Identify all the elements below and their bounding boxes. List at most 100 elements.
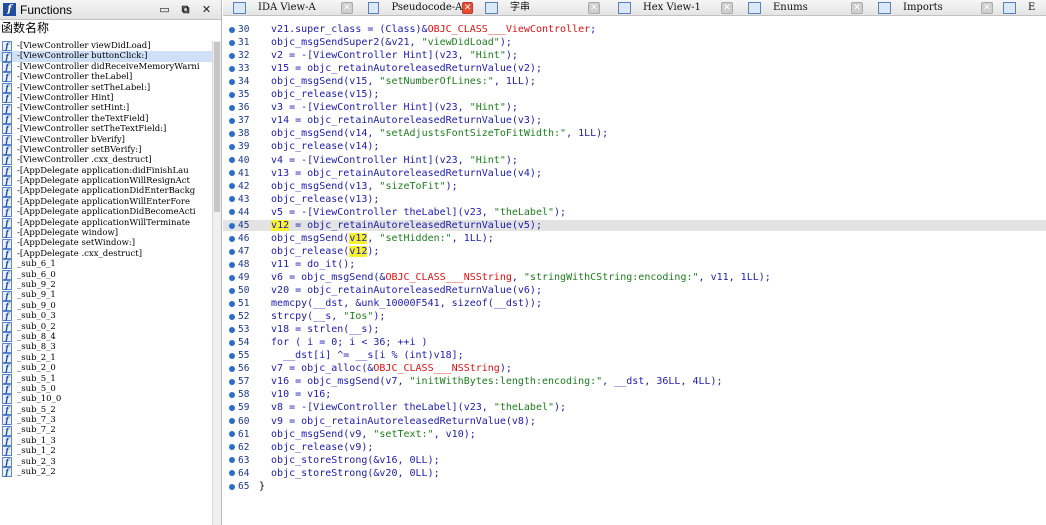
function-list-item[interactable]: f -[AppDelegate .cxx_destruct]: [0, 249, 212, 259]
function-list-item[interactable]: f _sub_5_1: [0, 374, 212, 384]
function-list-item[interactable]: f -[ViewController theTextField]: [0, 114, 212, 124]
breakpoint-dot-icon[interactable]: [229, 405, 235, 412]
breakpoint-dot-icon[interactable]: [229, 105, 235, 112]
code-line[interactable]: 33 v15 = objc_retainAutoreleasedReturnVa…: [223, 63, 1046, 75]
function-list-item[interactable]: f _sub_0_3: [0, 311, 212, 322]
breakpoint-dot-icon[interactable]: [229, 92, 235, 99]
code-line[interactable]: 49 v6 = objc_msgSend(&OBJC_CLASS___NSStr…: [223, 272, 1046, 284]
code-line[interactable]: 46 objc_msgSend(v12, "setHidden:", 1LL);: [223, 232, 1046, 245]
code-line[interactable]: 35 objc_release(v15);: [223, 89, 1046, 101]
function-list-item[interactable]: f _sub_6_0: [0, 270, 212, 280]
breakpoint-dot-icon[interactable]: [229, 248, 235, 255]
breakpoint-dot-icon[interactable]: [229, 131, 235, 138]
function-list-item[interactable]: f _sub_8_4: [0, 332, 212, 343]
close-tab-icon[interactable]: ✕: [981, 2, 993, 14]
breakpoint-dot-icon[interactable]: [229, 118, 235, 125]
function-list-item[interactable]: f -[AppDelegate setWindow:]: [0, 238, 212, 249]
function-list-item[interactable]: f -[ViewController setHint:]: [0, 103, 212, 114]
breakpoint-dot-icon[interactable]: [229, 144, 235, 151]
function-list-item[interactable]: f _sub_9_2: [0, 280, 212, 291]
function-list-item[interactable]: f -[ViewController bVerify]: [0, 135, 212, 145]
tab-ida-view-a[interactable]: IDA View-A ✕: [233, 0, 353, 15]
breakpoint-dot-icon[interactable]: [229, 39, 235, 46]
breakpoint-dot-icon[interactable]: [229, 418, 235, 425]
code-line[interactable]: 61 objc_msgSend(v9, "setText:", v10);: [223, 429, 1046, 441]
function-list-item[interactable]: f _sub_0_2: [0, 322, 212, 332]
tab-imports[interactable]: Imports ✕: [878, 0, 993, 15]
code-line[interactable]: 31 objc_msgSendSuper2(&v21, "viewDidLoad…: [223, 37, 1046, 49]
code-line[interactable]: 42 objc_msgSend(v13, "sizeToFit");: [223, 181, 1046, 193]
tab-e[interactable]: E: [1003, 0, 1043, 15]
function-list-item[interactable]: f _sub_5_0: [0, 384, 212, 395]
function-list-item[interactable]: f _sub_2_1: [0, 353, 212, 363]
code-line[interactable]: 43 objc_release(v13);: [223, 194, 1046, 206]
function-list-scrollbar[interactable]: [212, 41, 221, 525]
function-list-item[interactable]: f -[AppDelegate applicationWillTerminate: [0, 218, 212, 228]
breakpoint-dot-icon[interactable]: [229, 339, 235, 346]
function-list-item[interactable]: f -[ViewController setTheTextField:]: [0, 124, 212, 135]
code-line[interactable]: 47 objc_release(v12);: [223, 245, 1046, 258]
close-tab-icon[interactable]: ✕: [588, 2, 600, 14]
code-line[interactable]: 50 v20 = objc_retainAutoreleasedReturnVa…: [223, 285, 1046, 297]
breakpoint-dot-icon[interactable]: [229, 431, 235, 438]
breakpoint-dot-icon[interactable]: [229, 483, 235, 490]
breakpoint-dot-icon[interactable]: [229, 209, 235, 216]
function-list-item[interactable]: f -[AppDelegate applicationWillResignAct: [0, 176, 212, 187]
breakpoint-dot-icon[interactable]: [229, 196, 235, 203]
code-line[interactable]: 55 __dst[i] ^= __s[i % (int)v18];: [223, 350, 1046, 362]
function-list-item[interactable]: f -[ViewController Hint]: [0, 93, 212, 104]
code-line[interactable]: 56 v7 = objc_alloc(&OBJC_CLASS___NSStrin…: [223, 363, 1046, 375]
code-line[interactable]: 52 strcpy(__s, "Ios");: [223, 311, 1046, 323]
function-list-item[interactable]: f -[ViewController didReceiveMemoryWarni: [0, 62, 212, 72]
tab-enums[interactable]: Enums ✕: [748, 0, 863, 15]
code-line[interactable]: 40 v4 = -[ViewController Hint](v23, "Hin…: [223, 155, 1046, 167]
function-list-item[interactable]: f -[ViewController theLabel]: [0, 72, 212, 83]
breakpoint-dot-icon[interactable]: [229, 353, 235, 360]
code-line[interactable]: 39 objc_release(v14);: [223, 141, 1046, 153]
function-list-item[interactable]: f -[ViewController viewDidLoad]: [0, 41, 212, 52]
breakpoint-dot-icon[interactable]: [229, 157, 235, 164]
function-list-item[interactable]: f -[ViewController setTheLabel:]: [0, 83, 212, 93]
breakpoint-dot-icon[interactable]: [229, 379, 235, 386]
code-line[interactable]: 48 v11 = do_it();: [223, 259, 1046, 271]
function-list-item[interactable]: f _sub_1_2: [0, 446, 212, 457]
close-tab-icon[interactable]: ✕: [851, 2, 863, 14]
function-name-column-header[interactable]: 函数名称: [0, 20, 221, 36]
close-tab-icon[interactable]: ✕: [721, 2, 733, 14]
code-line[interactable]: 44 v5 = -[ViewController theLabel](v23, …: [223, 207, 1046, 219]
breakpoint-dot-icon[interactable]: [229, 183, 235, 190]
breakpoint-dot-icon[interactable]: [229, 392, 235, 399]
code-line[interactable]: 51 memcpy(__dst, &unk_10000F541, sizeof(…: [223, 298, 1046, 310]
breakpoint-dot-icon[interactable]: [229, 313, 235, 320]
function-list-item[interactable]: f _sub_7_3: [0, 415, 212, 426]
pseudocode-view[interactable]: 30 v21.super_class = (Class)&OBJC_CLASS_…: [223, 17, 1046, 525]
minimize-icon[interactable]: ▭: [158, 3, 171, 16]
tab-hex-view-1[interactable]: Hex View-1 ✕: [618, 0, 733, 15]
function-list-item[interactable]: f _sub_6_1: [0, 259, 212, 270]
function-list-item[interactable]: f -[ViewController .cxx_destruct]: [0, 155, 212, 166]
function-list-item[interactable]: f -[ViewController buttonClick:]: [0, 51, 212, 62]
code-line[interactable]: 37 v14 = objc_retainAutoreleasedReturnVa…: [223, 115, 1046, 127]
breakpoint-dot-icon[interactable]: [229, 274, 235, 281]
code-line[interactable]: 65}: [223, 481, 1046, 493]
code-line[interactable]: 64 objc_storeStrong(&v20, 0LL);: [223, 468, 1046, 480]
code-line[interactable]: 62 objc_release(v9);: [223, 442, 1046, 454]
function-list-item[interactable]: f -[AppDelegate applicationDidBecomeActi: [0, 207, 212, 218]
breakpoint-dot-icon[interactable]: [229, 470, 235, 477]
code-line[interactable]: 32 v2 = -[ViewController Hint](v23, "Hin…: [223, 50, 1046, 62]
breakpoint-dot-icon[interactable]: [229, 444, 235, 451]
code-line[interactable]: 59 v8 = -[ViewController theLabel](v23, …: [223, 402, 1046, 414]
code-line[interactable]: 58 v10 = v16;: [223, 389, 1046, 401]
function-list-item[interactable]: f -[AppDelegate applicationWillEnterFore: [0, 197, 212, 208]
code-line[interactable]: 34 objc_msgSend(v15, "setNumberOfLines:"…: [223, 76, 1046, 88]
function-list-item[interactable]: f _sub_9_0: [0, 301, 212, 311]
function-list-item[interactable]: f _sub_2_2: [0, 467, 212, 478]
code-line[interactable]: 57 v16 = objc_msgSend(v7, "initWithBytes…: [223, 376, 1046, 388]
function-list-item[interactable]: f -[AppDelegate window]: [0, 228, 212, 239]
function-list-item[interactable]: f _sub_8_3: [0, 342, 212, 353]
code-line[interactable]: 38 objc_msgSend(v14, "setAdjustsFontSize…: [223, 128, 1046, 140]
function-list-item[interactable]: f -[ViewController setBVerify:]: [0, 145, 212, 156]
breakpoint-dot-icon[interactable]: [229, 300, 235, 307]
scrollbar-thumb[interactable]: [214, 42, 220, 212]
function-list-item[interactable]: f _sub_2_0: [0, 363, 212, 374]
